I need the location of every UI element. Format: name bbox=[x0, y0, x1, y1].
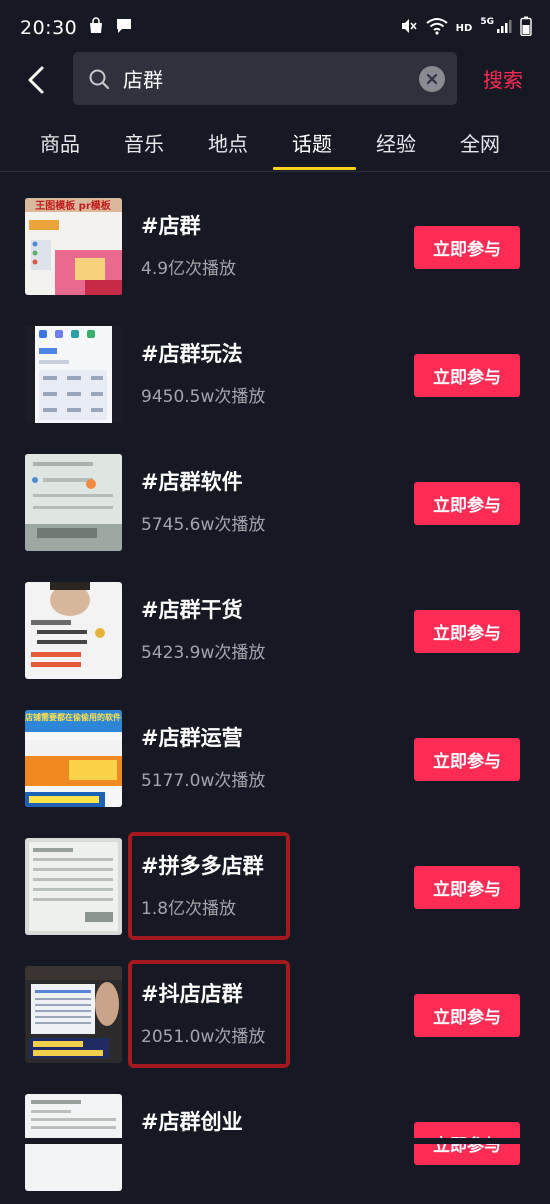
highlight-annotation bbox=[128, 960, 290, 1068]
topic-thumbnail[interactable]: 店铺需要都在偷偷用的软件 bbox=[25, 710, 122, 807]
search-input[interactable]: 店群 bbox=[73, 52, 457, 105]
topic-thumbnail[interactable] bbox=[25, 966, 122, 1063]
network-label: 5G bbox=[480, 17, 494, 27]
topic-title[interactable]: #拼多多店群 bbox=[141, 850, 264, 880]
join-topic-button[interactable]: 立即参与 bbox=[414, 994, 520, 1037]
topic-row[interactable]: #店群干货 5423.9w次播放 立即参与 bbox=[0, 564, 550, 692]
topic-thumbnail[interactable] bbox=[25, 326, 122, 423]
join-topic-button[interactable]: 立即参与 bbox=[414, 738, 520, 781]
tab-music[interactable]: 音乐 bbox=[124, 128, 164, 157]
topic-title[interactable]: #店群 bbox=[141, 210, 201, 240]
join-topic-button[interactable]: 立即参与 bbox=[414, 482, 520, 525]
topic-title[interactable]: #店群干货 bbox=[141, 594, 243, 624]
battery-icon bbox=[520, 16, 532, 40]
hd-label: HD bbox=[455, 22, 473, 34]
search-header: 店群 搜索 bbox=[0, 52, 550, 108]
join-topic-button[interactable]: 立即参与 bbox=[414, 354, 520, 397]
highlight-annotation bbox=[128, 832, 290, 940]
topic-play-count: 4.9亿次播放 bbox=[141, 259, 237, 279]
status-left: 20:30 bbox=[20, 17, 133, 39]
topic-title[interactable]: #店群软件 bbox=[141, 466, 243, 496]
active-tab-indicator bbox=[273, 167, 356, 170]
search-button[interactable]: 搜索 bbox=[483, 64, 523, 93]
topic-title[interactable]: #店群玩法 bbox=[141, 338, 243, 368]
status-right: HD 5G bbox=[400, 16, 532, 40]
mute-icon bbox=[400, 17, 418, 39]
tab-topics[interactable]: 话题 bbox=[292, 128, 332, 157]
join-topic-button[interactable]: 立即参与 bbox=[414, 610, 520, 653]
topic-row[interactable]: #店群玩法 9450.5w次播放 立即参与 bbox=[0, 308, 550, 436]
status-time: 20:30 bbox=[20, 17, 78, 39]
topic-thumbnail[interactable] bbox=[25, 582, 122, 679]
topic-play-count: 9450.5w次播放 bbox=[141, 387, 266, 407]
topic-play-count: 5745.6w次播放 bbox=[141, 515, 266, 535]
topic-title[interactable]: #店群运营 bbox=[141, 722, 243, 752]
topic-play-count: 5177.0w次播放 bbox=[141, 771, 266, 791]
wifi-icon bbox=[426, 17, 448, 39]
topic-play-count: 1.8亿次播放 bbox=[141, 899, 237, 919]
search-query[interactable]: 店群 bbox=[123, 64, 419, 93]
tab-all-web[interactable]: 全网 bbox=[460, 128, 500, 157]
tab-products[interactable]: 商品 bbox=[40, 128, 80, 157]
bottom-edge bbox=[0, 1138, 550, 1144]
topic-thumbnail[interactable] bbox=[25, 454, 122, 551]
tab-places[interactable]: 地点 bbox=[208, 128, 248, 157]
thumbnail-caption: 店铺需要都在偷偷用的软件 bbox=[25, 712, 121, 722]
back-button[interactable] bbox=[16, 60, 56, 100]
topic-thumbnail[interactable] bbox=[25, 838, 122, 935]
topic-title[interactable]: #店群创业 bbox=[141, 1106, 243, 1136]
topic-row[interactable]: 王图模板 pr模板 #店群 4.9亿次播放 立即参与 bbox=[0, 180, 550, 308]
signal-icon bbox=[496, 18, 512, 38]
clear-search-button[interactable] bbox=[419, 65, 445, 92]
shopping-bag-icon bbox=[87, 17, 105, 39]
thumbnail-caption: 王图模板 pr模板 bbox=[35, 199, 112, 212]
topic-thumbnail[interactable]: 王图模板 pr模板 bbox=[25, 198, 122, 295]
join-topic-button[interactable]: 立即参与 bbox=[414, 866, 520, 909]
topic-row[interactable]: #店群软件 5745.6w次播放 立即参与 bbox=[0, 436, 550, 564]
tab-experience[interactable]: 经验 bbox=[376, 128, 416, 157]
message-icon bbox=[115, 17, 133, 39]
topic-row[interactable]: #拼多多店群 1.8亿次播放 立即参与 bbox=[0, 820, 550, 948]
topic-play-count: 5423.9w次播放 bbox=[141, 643, 266, 663]
topic-title[interactable]: #抖店店群 bbox=[141, 978, 243, 1008]
join-topic-button[interactable]: 立即参与 bbox=[414, 226, 520, 269]
category-tabs: 商品 音乐 地点 话题 经验 全网 bbox=[0, 120, 550, 172]
topic-row[interactable]: #抖店店群 2051.0w次播放 立即参与 bbox=[0, 948, 550, 1076]
status-bar: 20:30 HD 5G bbox=[0, 0, 550, 56]
back-arrow-icon bbox=[28, 66, 44, 94]
search-icon bbox=[87, 67, 111, 91]
close-icon bbox=[426, 73, 438, 84]
topic-row[interactable]: 店铺需要都在偷偷用的软件 #店群运营 5177.0w次播放 立即参与 bbox=[0, 692, 550, 820]
topic-play-count: 2051.0w次播放 bbox=[141, 1027, 266, 1047]
